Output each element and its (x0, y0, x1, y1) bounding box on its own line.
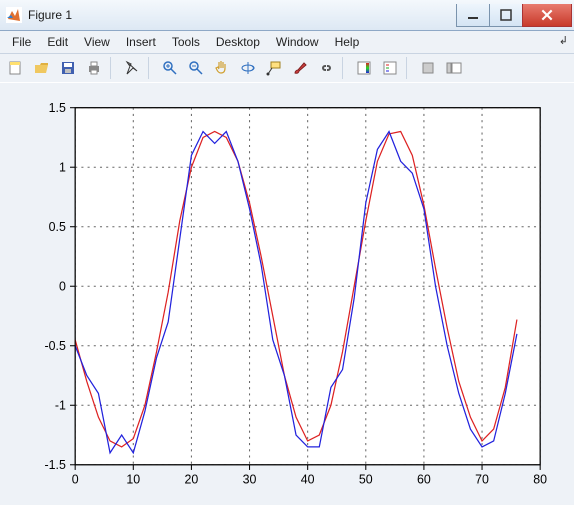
open-icon[interactable] (30, 56, 54, 80)
titlebar[interactable]: Figure 1 (0, 0, 574, 31)
rotate3d-icon[interactable] (236, 56, 260, 80)
svg-text:-0.5: -0.5 (44, 339, 65, 353)
toolbar-separator (110, 57, 116, 79)
svg-text:30: 30 (243, 472, 257, 486)
print-icon[interactable] (82, 56, 106, 80)
menubar: File Edit View Insert Tools Desktop Wind… (0, 31, 574, 54)
brush-icon[interactable] (288, 56, 312, 80)
zoom-out-icon[interactable] (184, 56, 208, 80)
dock-toggle-icon[interactable]: ↲ (559, 34, 568, 47)
svg-text:0: 0 (72, 472, 79, 486)
menu-insert[interactable]: Insert (118, 33, 164, 51)
menu-file[interactable]: File (4, 33, 39, 51)
svg-text:70: 70 (475, 472, 489, 486)
menu-edit[interactable]: Edit (39, 33, 76, 51)
menu-window[interactable]: Window (268, 33, 327, 51)
pan-icon[interactable] (210, 56, 234, 80)
toolbar-separator (406, 57, 412, 79)
new-figure-icon[interactable] (4, 56, 28, 80)
menu-help[interactable]: Help (327, 33, 368, 51)
toolbar (0, 54, 574, 83)
zoom-in-icon[interactable] (158, 56, 182, 80)
hide-plot-tools-icon[interactable] (416, 56, 440, 80)
svg-text:0: 0 (59, 279, 66, 293)
svg-text:20: 20 (185, 472, 199, 486)
axes[interactable]: 0 10 20 30 40 50 60 70 80 -1.5 -1 -0.5 0 0.5 1 1.5 (8, 87, 566, 501)
menu-view[interactable]: View (76, 33, 118, 51)
svg-text:-1.5: -1.5 (44, 458, 65, 472)
link-plot-icon[interactable] (314, 56, 338, 80)
window-title: Figure 1 (28, 8, 457, 22)
figure-window: Figure 1 File Edit View Insert Tools Des… (0, 0, 574, 511)
data-cursor-icon[interactable] (262, 56, 286, 80)
svg-text:1.5: 1.5 (49, 101, 66, 115)
edit-plot-icon[interactable] (120, 56, 144, 80)
svg-text:80: 80 (533, 472, 547, 486)
window-controls (457, 4, 572, 26)
svg-text:0.5: 0.5 (49, 220, 66, 234)
toolbar-separator (148, 57, 154, 79)
menu-tools[interactable]: Tools (164, 33, 208, 51)
minimize-button[interactable] (456, 4, 490, 27)
colorbar-icon[interactable] (352, 56, 376, 80)
show-plot-tools-icon[interactable] (442, 56, 466, 80)
close-button[interactable] (522, 4, 572, 27)
svg-text:40: 40 (301, 472, 315, 486)
menu-desktop[interactable]: Desktop (208, 33, 268, 51)
svg-text:10: 10 (126, 472, 140, 486)
svg-text:1: 1 (59, 160, 66, 174)
maximize-button[interactable] (489, 4, 523, 27)
legend-icon[interactable] (378, 56, 402, 80)
toolbar-separator (342, 57, 348, 79)
figure-client: 0 10 20 30 40 50 60 70 80 -1.5 -1 -0.5 0 0.5 1 1.5 (0, 82, 574, 505)
matlab-icon (6, 7, 22, 23)
save-icon[interactable] (56, 56, 80, 80)
svg-text:50: 50 (359, 472, 373, 486)
svg-text:60: 60 (417, 472, 431, 486)
svg-text:-1: -1 (55, 398, 66, 412)
